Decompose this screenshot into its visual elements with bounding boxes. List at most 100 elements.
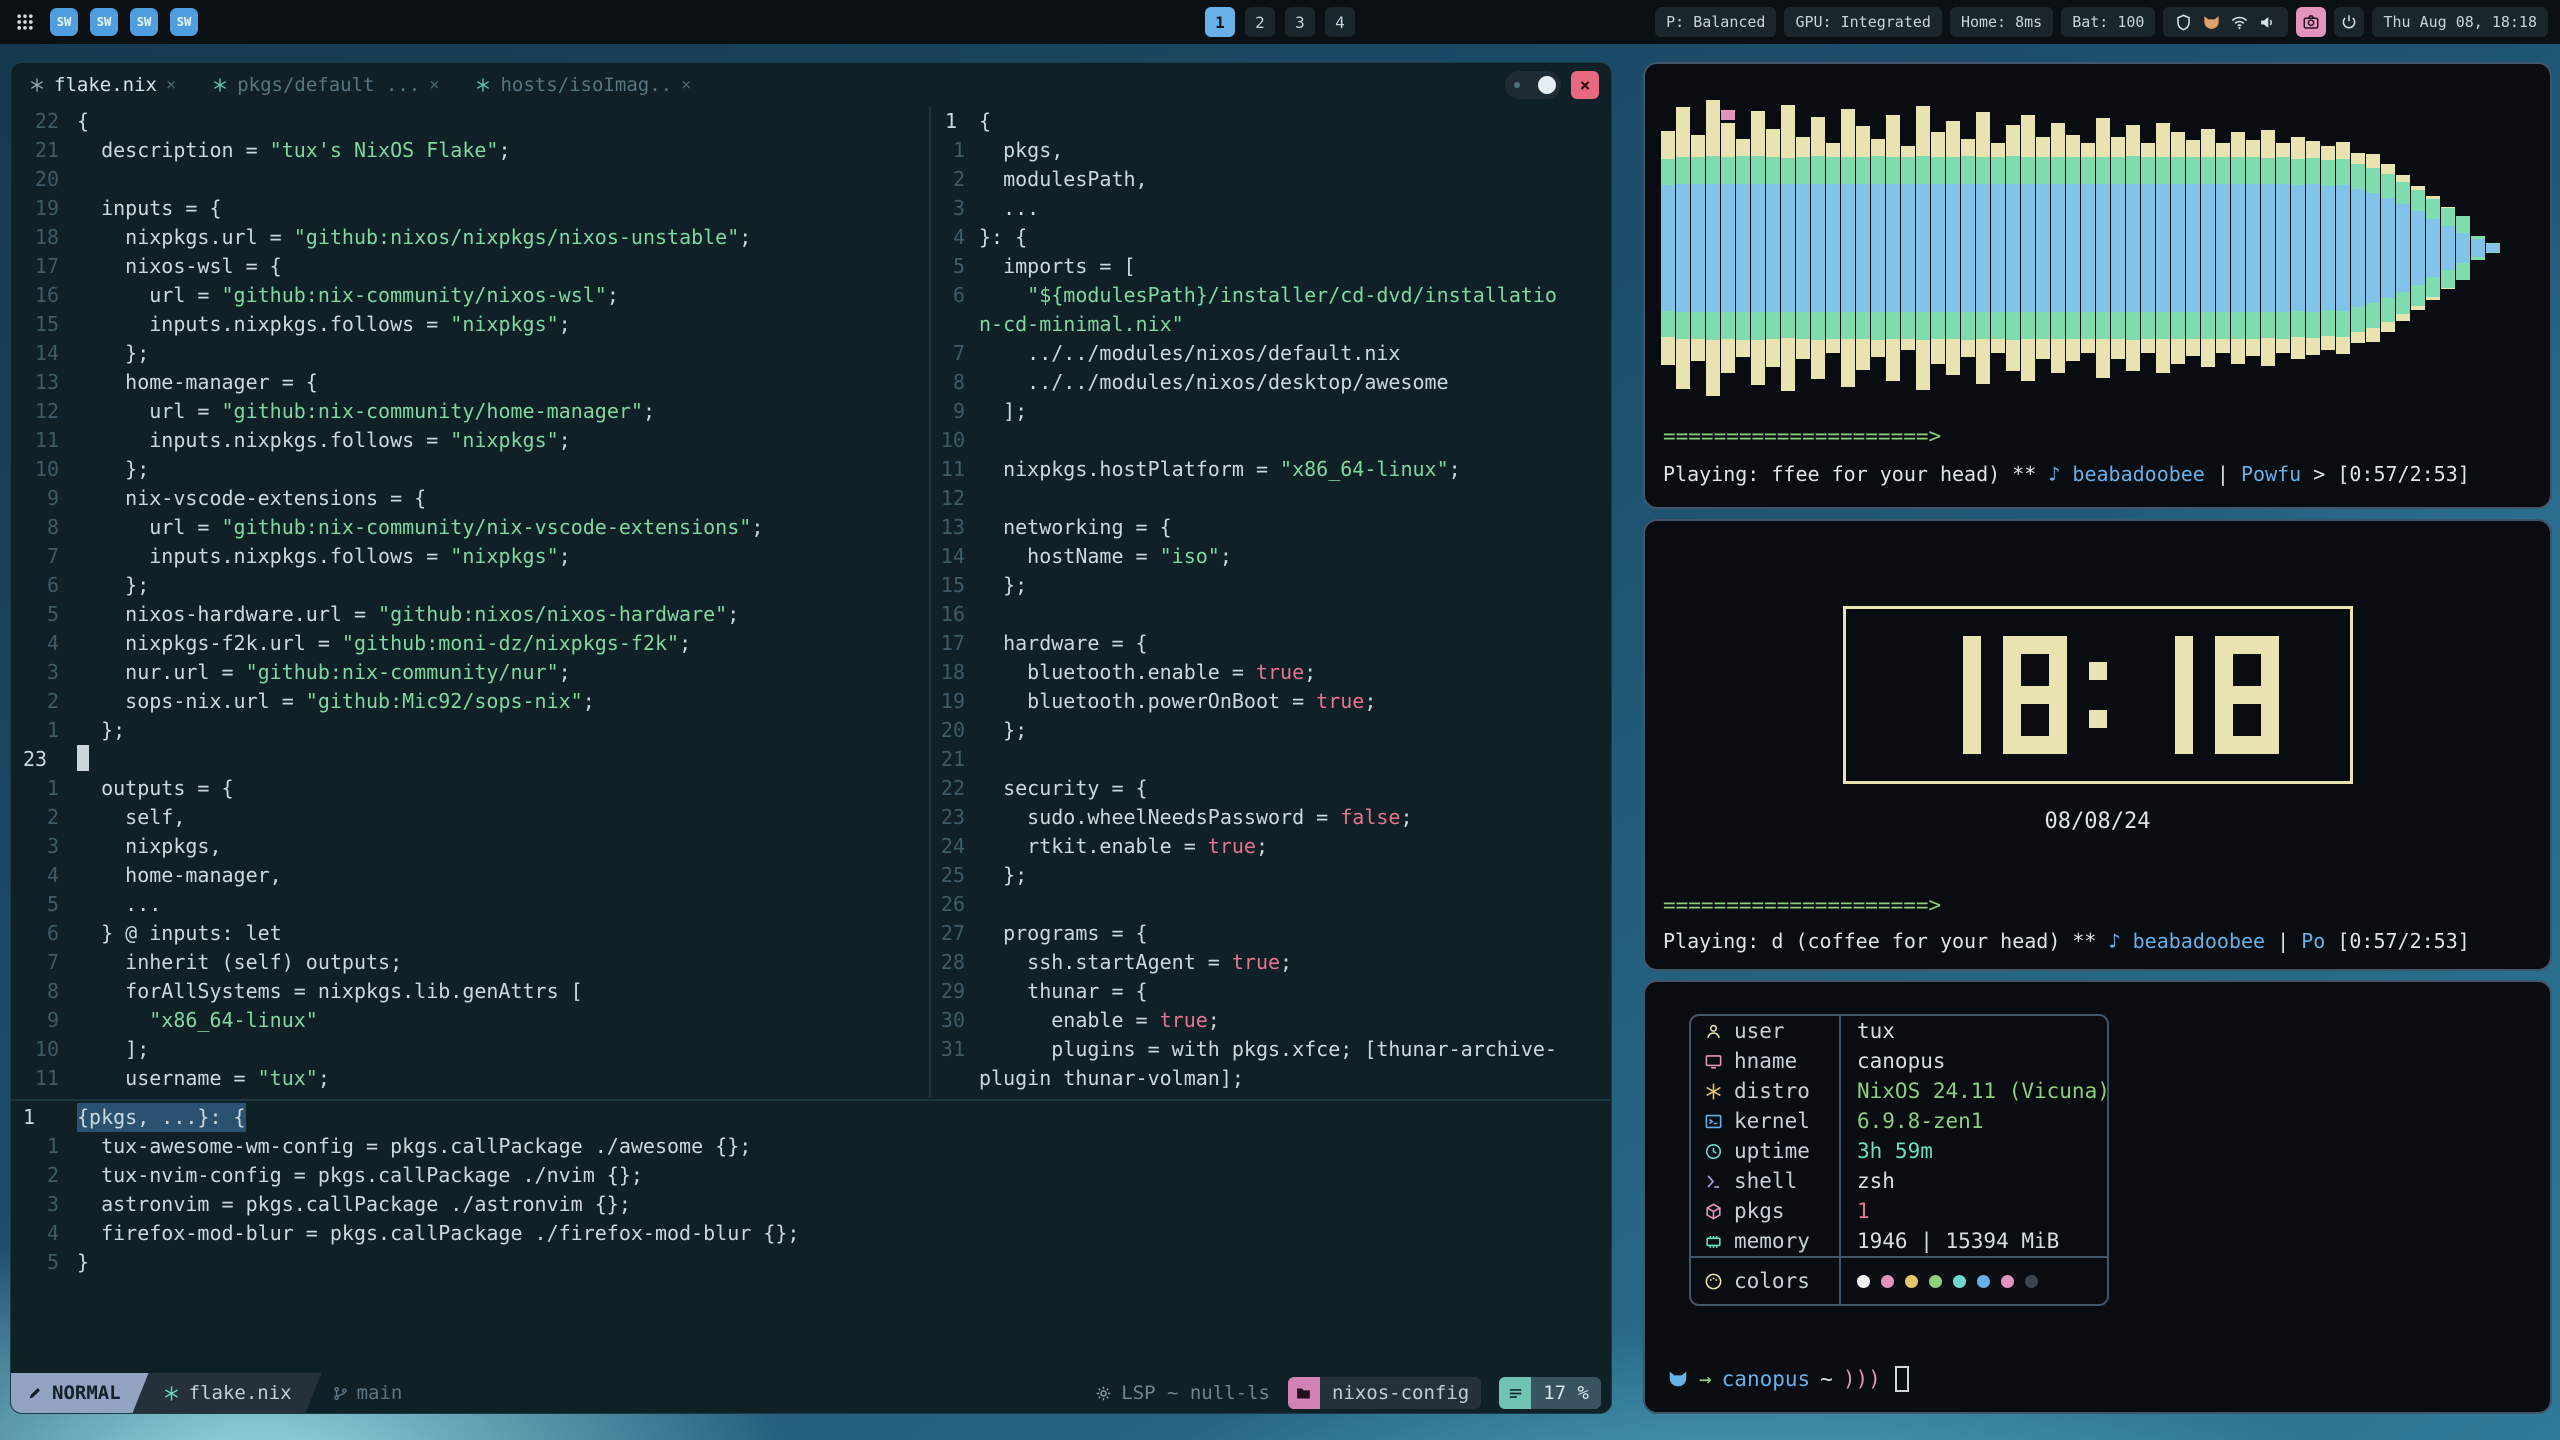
shell-prompt[interactable]: → canopus ~ ))) xyxy=(1667,1366,1909,1392)
scroll-position: 17 % xyxy=(1499,1377,1601,1409)
fetch-row-shell: shellzsh xyxy=(1691,1166,2107,1196)
code-text: pkgs, xyxy=(979,136,1063,165)
fetch-row-colors: colors xyxy=(1691,1256,2107,1304)
code-line: 21 description = "tux's NixOS Flake"; xyxy=(11,136,929,165)
window-close-button[interactable]: × xyxy=(1571,71,1599,99)
workspace-1[interactable]: 1 xyxy=(1205,7,1235,37)
code-line: 10 }; xyxy=(11,455,929,484)
viz-bar xyxy=(1991,143,2005,353)
viz-accent-pixel xyxy=(1721,110,1735,120)
viz-bar xyxy=(1826,143,1840,353)
code-text: thunar = { xyxy=(979,977,1148,1006)
fox-icon[interactable] xyxy=(2202,13,2221,32)
line-number: 4 xyxy=(11,1219,77,1248)
launcher-grid-icon[interactable] xyxy=(12,9,38,35)
color-dot xyxy=(1929,1275,1942,1288)
code-text: inputs.nixpkgs.follows = "nixpkgs"; xyxy=(77,310,571,339)
editor-pane-flake[interactable]: 22{21 description = "tux's NixOS Flake";… xyxy=(11,107,929,1097)
line-number: 29 xyxy=(933,977,979,1006)
code-text xyxy=(77,745,89,774)
color-dot xyxy=(2025,1275,2038,1288)
separator-line: =====================> xyxy=(1663,893,1941,917)
code-line: 29 thunar = { xyxy=(933,977,1612,1006)
power-button[interactable] xyxy=(2334,7,2364,37)
tab-flake-nix[interactable]: flake.nix × xyxy=(29,74,176,96)
prompt-arrow: → xyxy=(1699,1367,1712,1391)
workspace-4[interactable]: 4 xyxy=(1325,7,1355,37)
git-branch: main xyxy=(322,1382,403,1404)
line-number: 21 xyxy=(933,745,979,774)
workspace-2[interactable]: 2 xyxy=(1245,7,1275,37)
code-line: 3 ... xyxy=(933,194,1612,223)
shield-icon[interactable] xyxy=(2174,13,2193,32)
code-text: rtkit.enable = true; xyxy=(979,832,1268,861)
line-number: 10 xyxy=(11,455,77,484)
battery-status: Bat: 100 xyxy=(2061,7,2155,37)
tab-close-icon[interactable]: × xyxy=(166,75,176,95)
code-text: tux-awesome-wm-config = pkgs.callPackage… xyxy=(77,1132,751,1161)
digital-clock xyxy=(1843,606,2353,784)
code-text: nixpkgs-f2k.url = "github:moni-dz/nixpkg… xyxy=(77,629,691,658)
mode-indicator: NORMAL xyxy=(11,1373,149,1413)
playing-segment: Playing: d (coffee for your head) ** xyxy=(1663,929,2109,953)
neovim-window: flake.nix × pkgs/default ... × hosts/iso… xyxy=(10,62,1612,1414)
code-line: 3 astronvim = pkgs.callPackage ./astronv… xyxy=(11,1190,1612,1219)
tab-hosts-isoimage[interactable]: hosts/isoImag.. × xyxy=(475,74,691,96)
branch-icon xyxy=(332,1385,349,1402)
editor-pane-pkgs[interactable]: 1{pkgs, ...}: {1 tux-awesome-wm-config =… xyxy=(11,1103,1612,1375)
screenshot-button[interactable] xyxy=(2296,7,2326,37)
code-line: 1{pkgs, ...}: { xyxy=(11,1103,1612,1132)
code-line: 5 ... xyxy=(11,890,929,919)
line-number: 7 xyxy=(11,948,77,977)
code-line: 4 firefox-mod-blur = pkgs.callPackage ./… xyxy=(11,1219,1612,1248)
clock-digit xyxy=(2215,636,2279,754)
lsp-status: LSP ~ null-ls xyxy=(1095,1382,1270,1404)
viz-bar xyxy=(2201,129,2215,367)
viz-bar xyxy=(2351,153,2365,343)
tag-2[interactable]: SW xyxy=(90,8,118,36)
code-text: nixpkgs.url = "github:nixos/nixpkgs/nixo… xyxy=(77,223,751,252)
viz-bar xyxy=(2051,123,2065,373)
line-number: 1 xyxy=(933,136,979,165)
workspace-switcher: 1 2 3 4 xyxy=(1205,7,1355,37)
fetch-value: tux xyxy=(1841,1016,1895,1046)
line-number: 3 xyxy=(11,658,77,687)
code-line: 6 } @ inputs: let xyxy=(11,919,929,948)
playing-segment: Powfu xyxy=(2241,462,2301,486)
tag-3[interactable]: SW xyxy=(130,8,158,36)
power-profile-status: P: Balanced xyxy=(1655,7,1776,37)
line-number: 10 xyxy=(11,1035,77,1064)
code-line: 9 "x86_64-linux" xyxy=(11,1006,929,1035)
audio-waveform xyxy=(1661,76,2537,420)
tab-close-icon[interactable]: × xyxy=(429,75,439,95)
code-text: home-manager = { xyxy=(77,368,318,397)
code-text: home-manager, xyxy=(77,861,282,890)
volume-icon[interactable] xyxy=(2258,13,2277,32)
code-line: 1 outputs = { xyxy=(11,774,929,803)
wifi-icon[interactable] xyxy=(2230,13,2249,32)
tag-4[interactable]: SW xyxy=(170,8,198,36)
tab-close-icon[interactable]: × xyxy=(681,75,691,95)
separator-line: =====================> xyxy=(1663,424,1941,448)
horizontal-split[interactable] xyxy=(11,1099,1612,1101)
vertical-split[interactable] xyxy=(929,107,931,1097)
viz-bar xyxy=(2096,118,2110,378)
color-dot xyxy=(2001,1275,2014,1288)
editor-pane-isoimage[interactable]: 1{1 pkgs,2 modulesPath,3 ...4}: {5 impor… xyxy=(933,107,1612,1097)
code-line: 23 xyxy=(11,745,929,774)
window-toggle[interactable] xyxy=(1505,71,1561,99)
tab-pkgs-default[interactable]: pkgs/default ... × xyxy=(212,74,439,96)
clock-widget[interactable]: Thu Aug 08, 18:18 xyxy=(2372,7,2548,37)
viz-bar xyxy=(1976,112,1990,384)
workspace-3[interactable]: 3 xyxy=(1285,7,1315,37)
line-number: 27 xyxy=(933,919,979,948)
line-number: 2 xyxy=(11,1161,77,1190)
fetch-value: canopus xyxy=(1841,1046,1946,1076)
line-number: 25 xyxy=(933,861,979,890)
code-line: 16 xyxy=(933,600,1612,629)
line-number: 11 xyxy=(11,1064,77,1093)
code-line: 7 inputs.nixpkgs.follows = "nixpkgs"; xyxy=(11,542,929,571)
code-text: modulesPath, xyxy=(979,165,1148,194)
code-text: username = "tux"; xyxy=(77,1064,330,1093)
tag-1[interactable]: SW xyxy=(50,8,78,36)
